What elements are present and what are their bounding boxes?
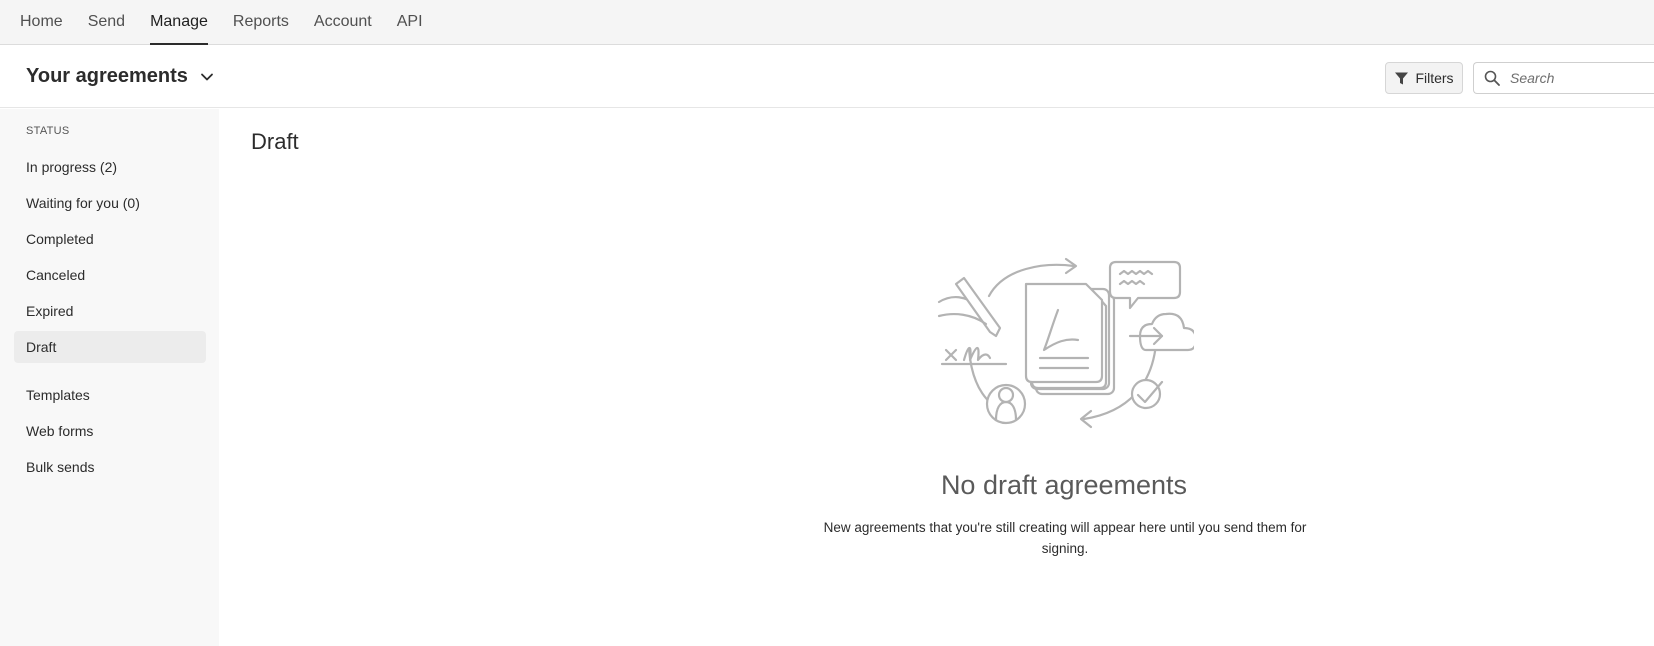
nav-api[interactable]: API [397,0,423,44]
agreements-view-dropdown[interactable]: Your agreements [26,45,214,108]
page-header-title: Your agreements [26,65,188,87]
empty-state-heading: No draft agreements [940,470,1188,500]
main-content: Draft No draft agreements New agreements… [219,109,1654,646]
sidebar-item-templates[interactable]: Templates [14,379,206,411]
search-input[interactable] [1508,69,1638,87]
empty-state-illustration [937,257,1194,429]
empty-state-description: New agreements that you're still creatin… [823,520,1307,556]
nav-home[interactable]: Home [20,0,63,44]
sidebar-item-bulk-sends[interactable]: Bulk sends [14,451,206,483]
sidebar-item-in-progress[interactable]: In progress (2) [14,151,206,183]
search-icon [1484,70,1500,86]
nav-reports[interactable]: Reports [233,0,289,44]
filters-button[interactable]: Filters [1385,62,1463,94]
status-section-label: STATUS [26,125,70,137]
sidebar-item-web-forms[interactable]: Web forms [14,415,206,447]
top-navigation: Home Send Manage Reports Account API [0,0,1654,45]
nav-send[interactable]: Send [88,0,125,44]
sidebar: STATUS In progress (2) Waiting for you (… [0,109,219,646]
search-box[interactable] [1473,62,1654,94]
sidebar-item-waiting-for-you[interactable]: Waiting for you (0) [14,187,206,219]
sidebar-item-draft[interactable]: Draft [14,331,206,363]
nav-manage[interactable]: Manage [150,0,208,45]
filter-icon [1395,72,1409,84]
nav-account[interactable]: Account [314,0,372,44]
page-header: Your agreements Filters [0,45,1654,108]
sidebar-item-canceled[interactable]: Canceled [14,259,206,291]
sidebar-item-completed[interactable]: Completed [14,223,206,255]
page-title: Draft [251,129,299,154]
filters-label: Filters [1415,70,1454,86]
sidebar-item-expired[interactable]: Expired [14,295,206,327]
chevron-down-icon [200,70,214,84]
